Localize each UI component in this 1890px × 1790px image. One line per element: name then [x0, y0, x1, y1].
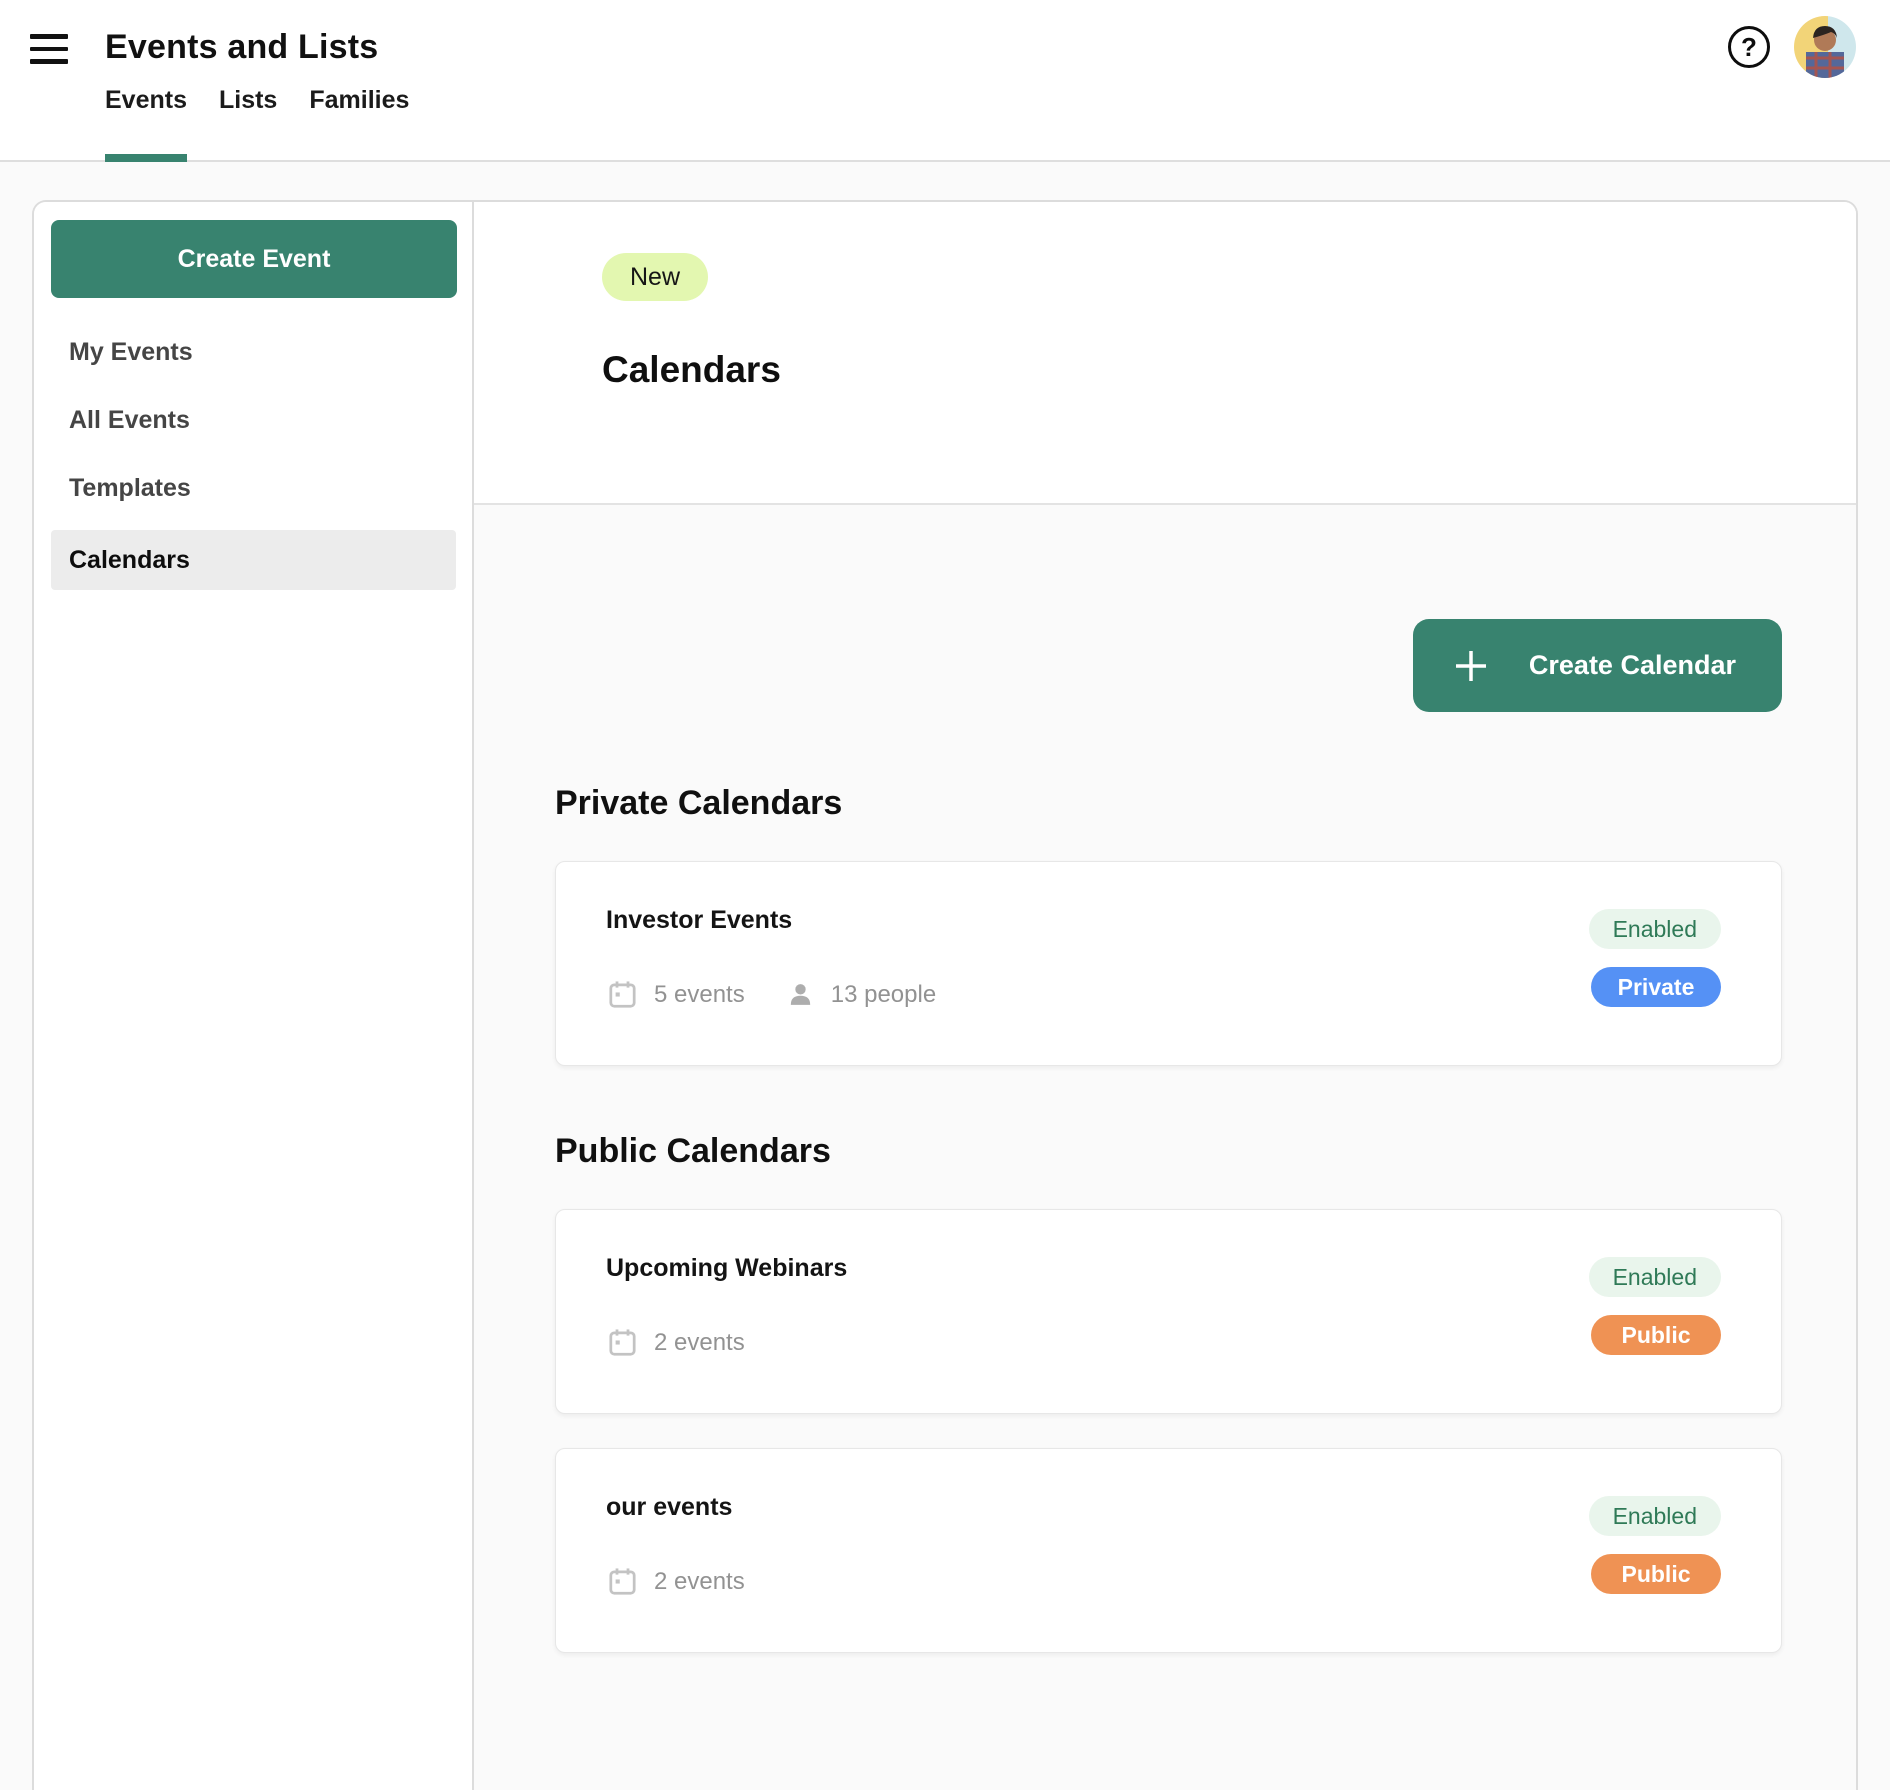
section-heading-private: Private Calendars — [555, 782, 1782, 824]
sidebar-item-my-events[interactable]: My Events — [51, 318, 456, 386]
calendar-card-upcoming-webinars[interactable]: Upcoming Webinars 2 events — [555, 1209, 1782, 1414]
card-left: our events 2 events — [606, 1493, 745, 1652]
page-background-strip — [0, 162, 1890, 200]
calendar-card-title: Investor Events — [606, 906, 936, 935]
card-left: Investor Events 5 events — [606, 906, 936, 1065]
visibility-badge: Public — [1591, 1554, 1721, 1594]
calendars-content: Create Calendar Private Calendars Invest… — [474, 505, 1856, 1790]
app-title: Events and Lists — [105, 28, 378, 67]
avatar[interactable] — [1794, 16, 1856, 78]
person-icon — [785, 979, 816, 1010]
events-count-label: 5 events — [654, 981, 745, 1009]
events-count-label: 2 events — [654, 1329, 745, 1357]
events-count: 2 events — [606, 1565, 745, 1598]
calendar-card-title: our events — [606, 1493, 745, 1522]
calendar-card-title: Upcoming Webinars — [606, 1254, 847, 1283]
hamburger-menu-icon[interactable] — [30, 34, 68, 64]
visibility-badge: Public — [1591, 1315, 1721, 1355]
people-count-label: 13 people — [831, 981, 936, 1009]
card-meta-row: 5 events 13 people — [606, 978, 936, 1011]
calendar-card-investor-events[interactable]: Investor Events 5 events — [555, 861, 1782, 1066]
calendar-icon — [606, 1326, 639, 1359]
events-count: 5 events — [606, 978, 745, 1011]
sidebar-nav: My Events All Events Templates Calendars — [51, 318, 456, 590]
page-title: Calendars — [602, 349, 1856, 391]
content-panel: Create Event My Events All Events Templa… — [32, 200, 1858, 1790]
section-heading-public: Public Calendars — [555, 1130, 1782, 1172]
create-event-button[interactable]: Create Event — [51, 220, 457, 298]
card-badges: Enabled Public — [1589, 1254, 1721, 1413]
sidebar-item-all-events[interactable]: All Events — [51, 386, 456, 454]
calendar-icon — [606, 978, 639, 1011]
visibility-badge: Private — [1591, 967, 1721, 1007]
sidebar-item-templates[interactable]: Templates — [51, 454, 456, 522]
plus-icon — [1453, 648, 1489, 684]
events-count-label: 2 events — [654, 1568, 745, 1596]
create-calendar-label: Create Calendar — [1529, 650, 1736, 681]
tab-families[interactable]: Families — [309, 86, 409, 162]
help-icon[interactable]: ? — [1728, 26, 1770, 68]
calendar-card-our-events[interactable]: our events 2 events — [555, 1448, 1782, 1653]
main-area: New Calendars Create Calendar Private Ca… — [474, 202, 1856, 1790]
status-badge: Enabled — [1589, 1257, 1721, 1297]
sidebar: Create Event My Events All Events Templa… — [34, 202, 474, 1790]
new-badge: New — [602, 253, 708, 301]
tab-lists[interactable]: Lists — [219, 86, 277, 162]
status-badge: Enabled — [1589, 1496, 1721, 1536]
sidebar-item-calendars[interactable]: Calendars — [51, 530, 456, 590]
tab-bar: Events Lists Families — [105, 72, 1890, 162]
page-header: New Calendars — [474, 202, 1856, 505]
status-badge: Enabled — [1589, 909, 1721, 949]
app-bar: Events and Lists ? Events — [0, 0, 1890, 162]
create-calendar-button[interactable]: Create Calendar — [1413, 619, 1782, 712]
people-count: 13 people — [785, 979, 936, 1010]
card-left: Upcoming Webinars 2 events — [606, 1254, 847, 1413]
card-meta-row: 2 events — [606, 1326, 847, 1359]
card-badges: Enabled Private — [1589, 906, 1721, 1065]
card-meta-row: 2 events — [606, 1565, 745, 1598]
card-badges: Enabled Public — [1589, 1493, 1721, 1652]
tab-events[interactable]: Events — [105, 86, 187, 162]
events-count: 2 events — [606, 1326, 745, 1359]
avatar-photo — [1794, 16, 1856, 78]
calendar-icon — [606, 1565, 639, 1598]
